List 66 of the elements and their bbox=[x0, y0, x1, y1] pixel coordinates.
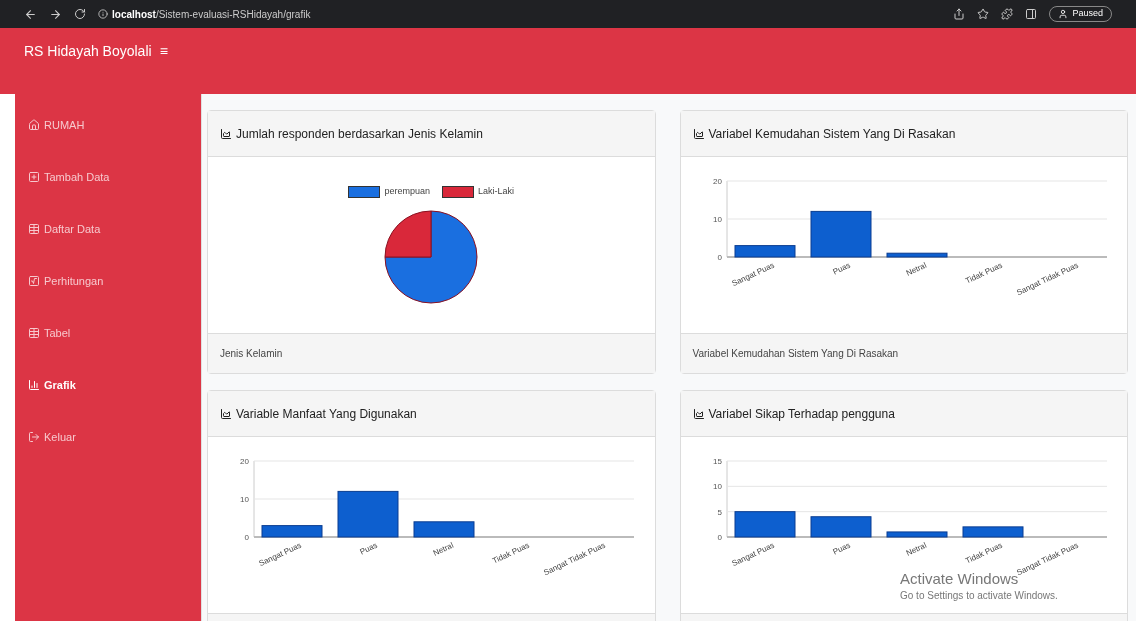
activation-message: Go to Settings to activate Windows. bbox=[900, 589, 1058, 603]
bar bbox=[886, 252, 947, 258]
share-icon[interactable] bbox=[953, 8, 966, 20]
axis-tick-label: 10 bbox=[712, 215, 722, 224]
card-title: Variabel Kemudahan Sistem Yang Di Rasakan bbox=[708, 125, 956, 143]
bar bbox=[337, 490, 399, 538]
area-chart-icon bbox=[220, 127, 232, 140]
legend-swatch bbox=[348, 185, 381, 198]
sidebar-item[interactable]: Keluar bbox=[28, 426, 188, 448]
sidebar-item[interactable]: Tambah Data bbox=[28, 166, 188, 188]
bar bbox=[734, 511, 795, 538]
card-title: Variable Manfaat Yang Digunakan bbox=[236, 405, 417, 423]
forward-icon[interactable] bbox=[49, 7, 62, 21]
bar bbox=[734, 245, 795, 258]
nav-icon bbox=[28, 223, 40, 235]
axis-tick-label: 0 bbox=[717, 253, 722, 262]
sidebar-item[interactable]: RUMAH bbox=[28, 114, 188, 136]
card-footer-text: Jenis Kelamin bbox=[220, 347, 283, 361]
axis-category-label: Puas bbox=[831, 260, 852, 277]
axis-tick-label: 0 bbox=[717, 533, 722, 542]
back-icon[interactable] bbox=[24, 7, 37, 21]
sidebar-item[interactable]: Daftar Data bbox=[28, 218, 188, 240]
legend-label: Laki-Laki bbox=[478, 185, 515, 198]
reload-icon[interactable] bbox=[74, 8, 86, 20]
nav-icon bbox=[28, 275, 40, 287]
sidebar-item[interactable]: Grafik bbox=[28, 374, 188, 396]
sidebar-item[interactable]: Tabel bbox=[28, 322, 188, 344]
axis-category-label: Tidak Puas bbox=[491, 540, 531, 566]
card-title: Variabel Sikap Terhadap pengguna bbox=[708, 405, 895, 423]
axis-category-label: Tidak Puas bbox=[963, 260, 1004, 286]
bar bbox=[886, 531, 947, 538]
axis-tick-label: 20 bbox=[240, 457, 249, 466]
puzzle-icon[interactable] bbox=[1001, 8, 1014, 20]
axis-category-label: Puas bbox=[358, 540, 379, 557]
sidebar-item[interactable]: Perhitungan bbox=[28, 270, 188, 292]
bar bbox=[810, 516, 871, 538]
bar bbox=[810, 210, 871, 258]
area-chart-icon bbox=[692, 127, 705, 140]
bar bbox=[413, 521, 475, 538]
card-footer-text: Variabel Kemudahan Sistem Yang Di Rasakan bbox=[692, 347, 899, 361]
nav-icon bbox=[28, 327, 40, 339]
nav-icon bbox=[28, 119, 40, 131]
bar bbox=[261, 525, 323, 538]
axis-tick-label: 10 bbox=[712, 482, 722, 492]
user-icon bbox=[1058, 9, 1069, 19]
axis-tick-label: 0 bbox=[244, 533, 249, 542]
brand-title: RS Hidayah Boyolali bbox=[24, 42, 152, 61]
menu-toggle[interactable]: ≡ bbox=[159, 41, 168, 61]
axis-tick-label: 20 bbox=[712, 177, 722, 186]
star-icon[interactable] bbox=[977, 8, 990, 20]
axis-category-label: Puas bbox=[831, 540, 852, 557]
axis-tick-label: 5 bbox=[717, 507, 722, 517]
area-chart-icon bbox=[220, 407, 232, 420]
axis-category-label: Tidak Puas bbox=[963, 540, 1004, 566]
axis-tick-label: 15 bbox=[712, 457, 722, 466]
info-icon bbox=[98, 9, 108, 19]
card-title: Jumlah responden berdasarkan Jenis Kelamin bbox=[236, 125, 483, 143]
bar bbox=[962, 526, 1023, 538]
legend-label: perempuan bbox=[384, 185, 430, 198]
nav-icon bbox=[28, 431, 40, 443]
panel-icon[interactable] bbox=[1025, 8, 1038, 20]
area-chart-icon bbox=[692, 407, 705, 420]
nav-icon bbox=[28, 171, 40, 183]
nav-icon bbox=[28, 379, 40, 391]
legend-swatch bbox=[442, 185, 474, 198]
axis-tick-label: 10 bbox=[240, 495, 249, 504]
